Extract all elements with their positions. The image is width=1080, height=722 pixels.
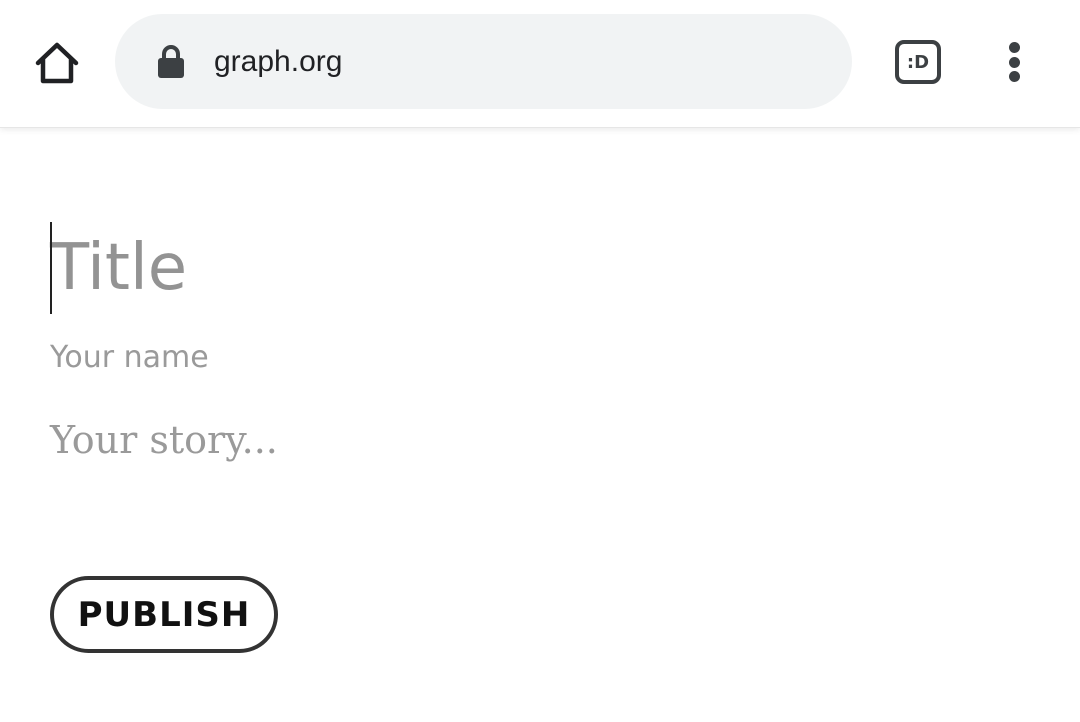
- publish-button[interactable]: PUBLISH: [50, 576, 278, 653]
- tab-switcher-button[interactable]: :D: [895, 40, 941, 84]
- address-bar[interactable]: graph.org: [115, 14, 852, 109]
- more-vert-icon: [1008, 42, 1020, 53]
- more-vert-icon-dot: [1008, 56, 1020, 68]
- home-button[interactable]: [28, 34, 86, 92]
- title-input[interactable]: Title: [50, 222, 650, 314]
- publish-button-label: PUBLISH: [77, 594, 251, 635]
- tab-switcher-label: :D: [906, 51, 930, 73]
- browser-toolbar: graph.org :D: [0, 0, 1080, 128]
- author-name-input[interactable]: Your name: [50, 340, 209, 376]
- lock-icon: [158, 45, 184, 78]
- more-vert-icon-dot: [1008, 71, 1020, 82]
- text-caret: [50, 222, 52, 314]
- more-menu-button[interactable]: [996, 38, 1032, 86]
- home-icon: [35, 42, 79, 84]
- editor-area: Title Your name Your story... PUBLISH: [0, 128, 1080, 722]
- story-input[interactable]: Your story...: [50, 418, 278, 462]
- url-text[interactable]: graph.org: [214, 42, 342, 82]
